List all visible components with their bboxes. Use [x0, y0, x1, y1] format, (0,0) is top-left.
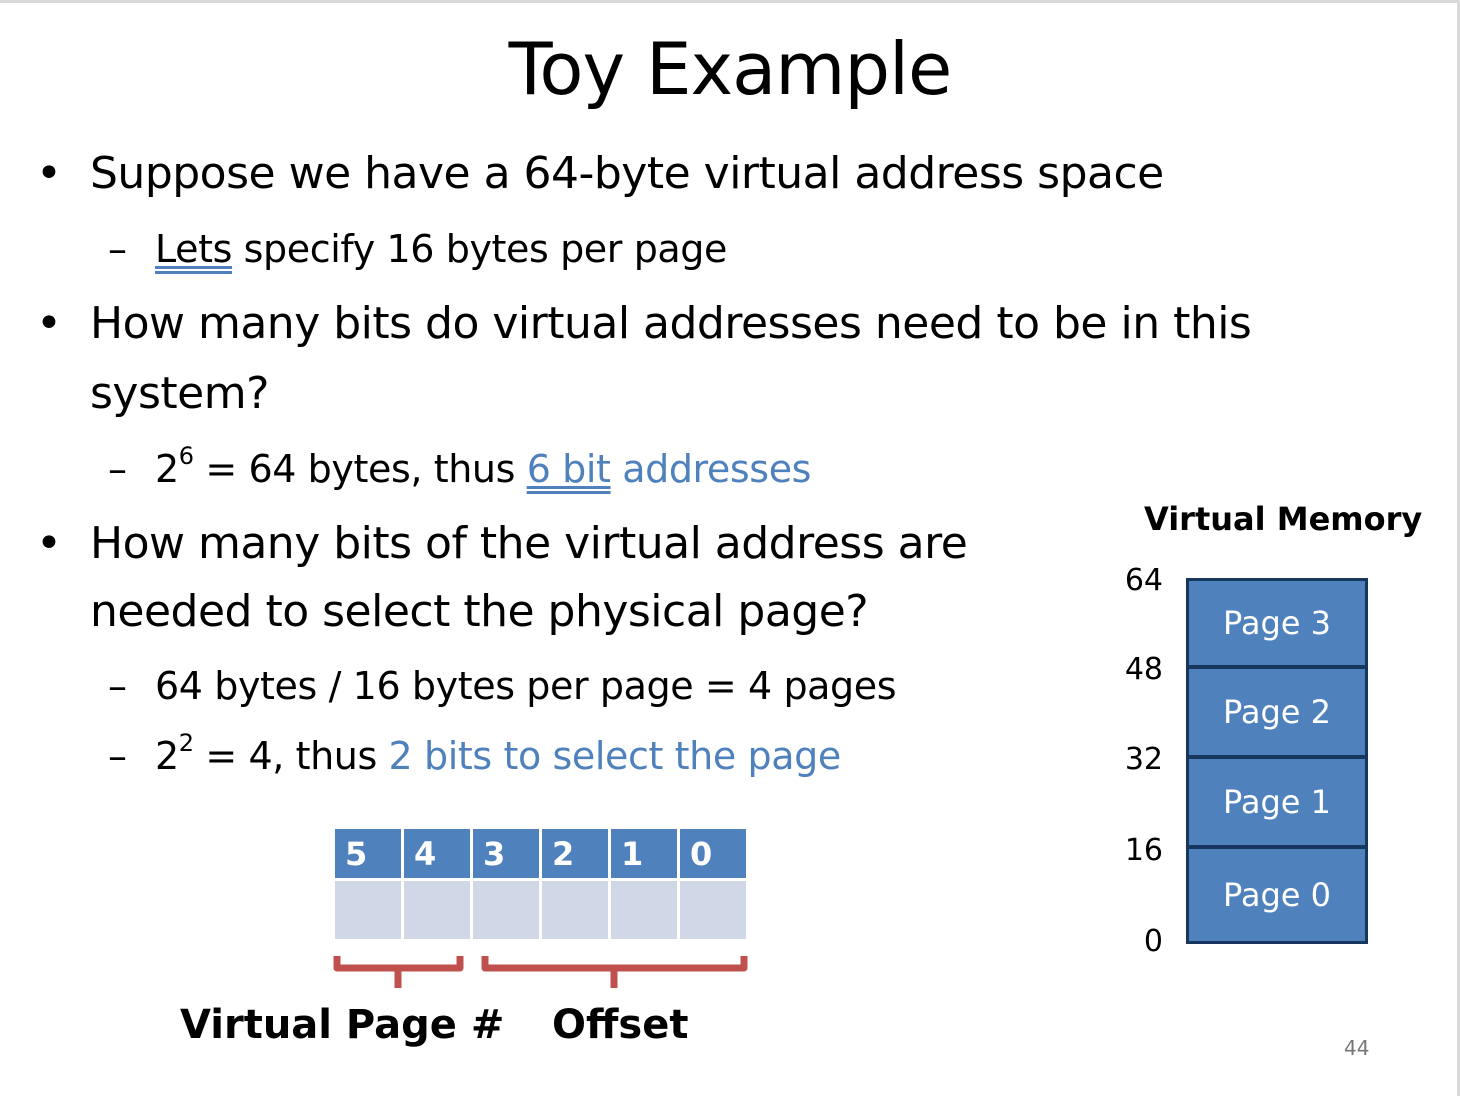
slide-number: 44 [1344, 1036, 1370, 1060]
page-block-3: Page 3 [1186, 578, 1368, 668]
page-block-2: Page 2 [1186, 666, 1368, 758]
power-base: 2 [155, 734, 179, 778]
bullet-1-sub-1-rest: specify 16 bytes per page [231, 227, 728, 271]
bit-header-row: 5 4 3 2 1 0 [332, 826, 749, 881]
vpn-label: Virtual Page # [180, 1002, 505, 1048]
bullet-3-sub-2: 22 = 4, thus 2 bits to select the page [155, 731, 842, 779]
bit-cell: 2 [539, 826, 611, 881]
bullet-3-sub-1: 64 bytes / 16 bytes per page = 4 pages [155, 664, 897, 708]
bit-value-cell [332, 878, 404, 942]
bit-value-cell [539, 878, 611, 942]
power-exponent: 2 [178, 729, 194, 758]
bit-cell: 3 [470, 826, 542, 881]
frame-top-border [0, 0, 1460, 3]
highlight-2-bits: 2 bits to select the page [388, 734, 842, 778]
bit-value-cell [401, 878, 473, 942]
highlight-addresses: addresses [610, 447, 812, 491]
bit-table: 5 4 3 2 1 0 [332, 826, 749, 942]
bit-cell: 1 [608, 826, 680, 881]
axis-label: 64 [1124, 563, 1163, 598]
bullet-3-line-1: How many bits of the virtual address are [90, 518, 968, 569]
bullet-2-sub-1-text: = 64 bytes, thus [193, 447, 527, 491]
axis-label: 32 [1124, 742, 1163, 777]
bit-value-cell [608, 878, 680, 942]
slide-title: Toy Example [508, 27, 953, 111]
bullet-3-line-2: needed to select the physical page? [90, 586, 869, 637]
bullet-3-sub-2-text: = 4, thus [193, 734, 389, 778]
bit-cell: 5 [332, 826, 404, 881]
bullet-2-sub-1: 26 = 64 bytes, thus 6 bit addresses [155, 444, 812, 492]
bullet-2-line-2: system? [90, 368, 269, 419]
bit-value-cell [470, 878, 542, 942]
bit-cell: 4 [401, 826, 473, 881]
brace-group [333, 956, 748, 988]
page-block-0: Page 0 [1186, 846, 1368, 944]
power-base: 2 [155, 447, 179, 491]
page-block-1: Page 1 [1186, 756, 1368, 848]
lets-word: Lets [155, 227, 232, 271]
dash-marker: – [108, 734, 127, 778]
dash-marker: – [108, 227, 127, 271]
bullet-2-line-1: How many bits do virtual addresses need … [90, 298, 1252, 349]
dash-marker: – [108, 664, 127, 708]
bullet-marker: • [36, 148, 62, 199]
bit-cell: 0 [677, 826, 749, 881]
dash-marker: – [108, 447, 127, 491]
highlight-6-bit: 6 bit [526, 447, 611, 491]
power-exponent: 6 [178, 442, 194, 471]
axis-label: 0 [1143, 924, 1163, 959]
axis-label: 16 [1124, 833, 1163, 868]
bullet-marker: • [36, 298, 62, 349]
bullet-1-sub-1: Lets specify 16 bytes per page [155, 226, 727, 272]
axis-label: 48 [1124, 652, 1163, 687]
bullet-marker: • [36, 518, 62, 569]
offset-label: Offset [552, 1002, 689, 1048]
vpn-brace [333, 956, 464, 988]
bit-value-cell [677, 878, 749, 942]
virtual-memory-title: Virtual Memory [1144, 500, 1423, 538]
offset-brace [481, 956, 748, 988]
bit-value-row [332, 878, 749, 942]
bullet-1-text: Suppose we have a 64-byte virtual addres… [90, 148, 1164, 199]
